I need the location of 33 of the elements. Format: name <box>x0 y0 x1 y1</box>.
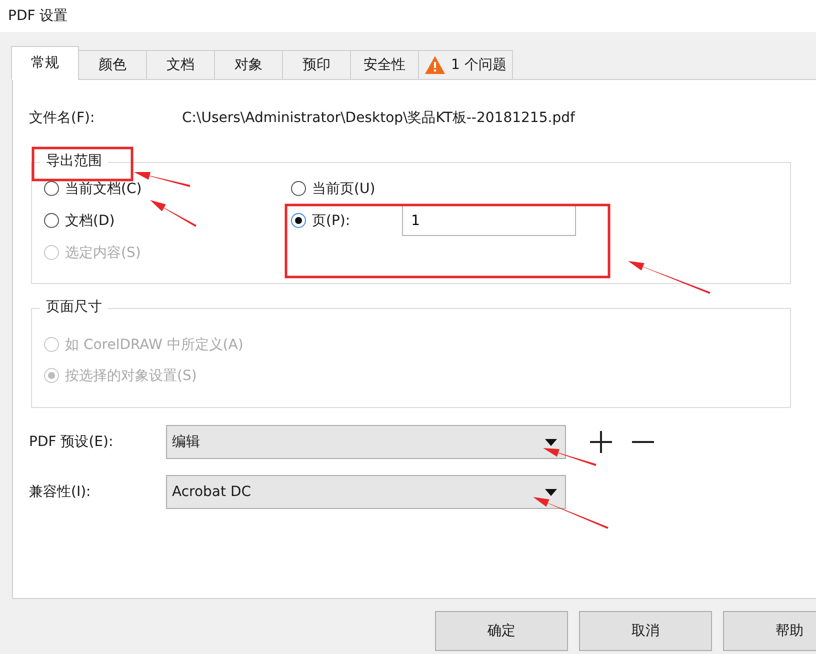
tab[interactable]: 1 个问题 <box>418 50 514 80</box>
annotation-arrow <box>543 448 596 466</box>
page-input-field[interactable]: 1 <box>402 205 576 236</box>
file-path: C:\Users\Administrator\Desktop\奖品KT板--20181215.pdf <box>182 109 575 127</box>
field-label: 兼容性(I): <box>29 483 92 501</box>
tab[interactable]: 颜色 <box>78 50 147 80</box>
radio-label: 选定内容(S) <box>65 244 141 262</box>
group-title: 页面尺寸 <box>40 298 108 316</box>
dialog-button[interactable]: 帮助 <box>723 611 816 651</box>
field-label: 文件名(F): <box>29 109 96 127</box>
radio-label: 页(P): <box>312 212 350 230</box>
radio-label: 文档(D) <box>65 212 115 230</box>
radio-label: 如 CorelDRAW 中所定义(A) <box>65 336 244 354</box>
dropdown-caret-icon <box>545 488 557 496</box>
tab[interactable]: 常规 <box>11 46 79 80</box>
annotation-arrow <box>150 200 196 227</box>
window-title: PDF 设置 <box>8 7 68 25</box>
radio-label: 当前文档(C) <box>65 180 142 198</box>
group-title: 导出范围 <box>40 152 108 170</box>
radio-button[interactable] <box>44 213 59 228</box>
dialog-button[interactable]: 确定 <box>435 611 568 651</box>
add-icon[interactable] <box>590 431 612 453</box>
field-label: PDF 预设(E): <box>29 433 114 451</box>
radio-button[interactable] <box>291 181 306 196</box>
radio-button[interactable] <box>291 213 306 228</box>
warning-icon <box>425 56 445 74</box>
preset-dropdown[interactable]: 编辑 <box>166 425 566 459</box>
compatibility-dropdown[interactable]: Acrobat DC <box>166 475 566 509</box>
radio-label: 当前页(U) <box>312 180 376 198</box>
dropdown-caret-icon <box>545 438 557 446</box>
radio-label: 按选择的对象设置(S) <box>65 366 197 384</box>
radio-button[interactable] <box>44 181 59 196</box>
dialog-button[interactable]: 取消 <box>579 611 712 651</box>
